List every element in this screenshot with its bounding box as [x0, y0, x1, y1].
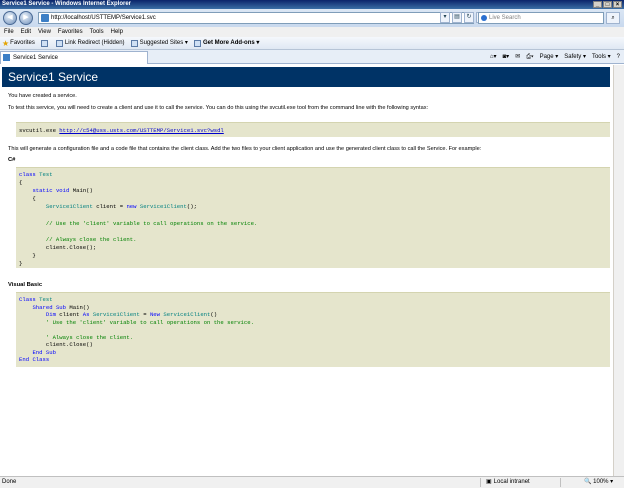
- zoom-value: 100%: [593, 479, 608, 485]
- live-search-icon: [481, 15, 487, 21]
- tab-service1[interactable]: Service1 Service: [0, 51, 148, 64]
- minimize-button[interactable]: _: [593, 1, 602, 8]
- menu-tools[interactable]: Tools: [90, 27, 104, 37]
- vb-label: Visual Basic: [8, 282, 42, 288]
- maximize-button[interactable]: □: [603, 1, 612, 8]
- fav-label: Link Redirect (Hidden): [65, 37, 125, 50]
- mail-icon[interactable]: ✉: [515, 52, 520, 62]
- generate-text: This will generate a configuration file …: [8, 146, 481, 152]
- tab-bar: Service1 Service ⌂▾ ◙▾ ✉ ⎙▾ Page ▾ Safet…: [0, 50, 624, 64]
- status-divider: [480, 478, 481, 487]
- address-dropdown-icon[interactable]: ▾: [440, 12, 450, 23]
- fav-link-redirect[interactable]: Link Redirect (Hidden): [56, 37, 125, 50]
- page-title: Service1 Service: [2, 67, 610, 87]
- wsdl-link[interactable]: http://c54@uss.usts.com/USTTEMP/Service1…: [59, 127, 223, 134]
- fav-label: Suggested Sites ▾: [140, 37, 188, 50]
- window-controls: _ □ ×: [593, 1, 622, 8]
- status-divider: [560, 478, 561, 487]
- window-titlebar: Service1 Service - Windows Internet Expl…: [0, 0, 624, 9]
- intro-text: You have created a service.: [8, 93, 77, 99]
- window-title: Service1 Service - Windows Internet Expl…: [2, 1, 131, 7]
- page-content: Service1 Service You have created a serv…: [0, 65, 624, 476]
- forward-button[interactable]: ▶: [19, 11, 33, 25]
- compatibility-icon[interactable]: ▤: [452, 12, 462, 23]
- favorites-button[interactable]: ★ Favorites: [2, 37, 35, 50]
- tools-menu[interactable]: Tools ▾: [592, 52, 611, 62]
- favorites-bar: ★ Favorites Link Redirect (Hidden) Sugge…: [0, 37, 624, 50]
- page-icon: [3, 54, 10, 61]
- help-icon[interactable]: ?: [617, 52, 620, 62]
- vertical-scrollbar[interactable]: [613, 65, 624, 476]
- menu-bar: File Edit View Favorites Tools Help: [0, 27, 624, 37]
- home-icon[interactable]: ⌂▾: [490, 52, 497, 62]
- favorites-label: Favorites: [10, 37, 35, 50]
- fav-label: Get More Add-ons ▾: [203, 37, 259, 50]
- howto-text: To test this service, you will need to c…: [8, 105, 428, 111]
- refresh-icon[interactable]: ↻: [464, 12, 474, 23]
- fav-get-more-addons[interactable]: Get More Add-ons ▾: [194, 37, 259, 50]
- search-icon[interactable]: ⌕: [606, 12, 620, 24]
- address-bar[interactable]: http://localhost/USTTEMP/Service1.svc: [38, 12, 474, 24]
- intranet-icon: ▣: [486, 477, 492, 488]
- menu-file[interactable]: File: [4, 27, 14, 37]
- security-zone[interactable]: ▣ Local intranet: [486, 477, 530, 488]
- close-button[interactable]: ×: [613, 1, 622, 8]
- menu-favorites[interactable]: Favorites: [58, 27, 83, 37]
- svcutil-box: svcutil.exe http://c54@uss.usts.com/USTT…: [16, 122, 610, 137]
- command-bar: ⌂▾ ◙▾ ✉ ⎙▾ Page ▾ Safety ▾ Tools ▾ ?: [490, 52, 620, 62]
- status-text: Done: [2, 477, 16, 488]
- page-menu[interactable]: Page ▾: [540, 52, 559, 62]
- safety-menu[interactable]: Safety ▾: [564, 52, 586, 62]
- tab-label: Service1 Service: [13, 55, 58, 61]
- csharp-code-block: class Test { static void Main() { Servic…: [16, 167, 610, 268]
- svcutil-command: svcutil.exe: [19, 127, 59, 134]
- menu-help[interactable]: Help: [111, 27, 123, 37]
- star-icon: ★: [2, 37, 9, 50]
- menu-view[interactable]: View: [38, 27, 51, 37]
- search-input[interactable]: Live Search: [478, 12, 604, 24]
- fav-suggested-sites[interactable]: Suggested Sites ▾: [131, 37, 188, 50]
- vb-code-block: Class Test Shared Sub Main() Dim client …: [16, 292, 610, 367]
- status-bar: Done ▣ Local intranet 🔍 100% ▾: [0, 476, 624, 488]
- zoom-level[interactable]: 🔍 100% ▾: [584, 477, 613, 488]
- add-favorite-button[interactable]: [41, 40, 50, 47]
- addons-icon: [194, 40, 201, 47]
- zone-label: Local intranet: [494, 477, 530, 488]
- suggested-sites-icon: [131, 40, 138, 47]
- csharp-label: C#: [8, 157, 15, 163]
- print-icon[interactable]: ⎙▾: [526, 52, 533, 62]
- search-placeholder: Live Search: [489, 15, 521, 21]
- address-url: http://localhost/USTTEMP/Service1.svc: [51, 15, 156, 21]
- page-icon: [41, 14, 49, 22]
- add-favorites-icon: [41, 40, 48, 47]
- feeds-icon[interactable]: ◙▾: [503, 52, 510, 62]
- page-icon: [56, 40, 63, 47]
- menu-edit[interactable]: Edit: [21, 27, 31, 37]
- back-button[interactable]: ◀: [3, 11, 17, 25]
- address-toolbar: ◀ ▶ http://localhost/USTTEMP/Service1.sv…: [0, 9, 624, 27]
